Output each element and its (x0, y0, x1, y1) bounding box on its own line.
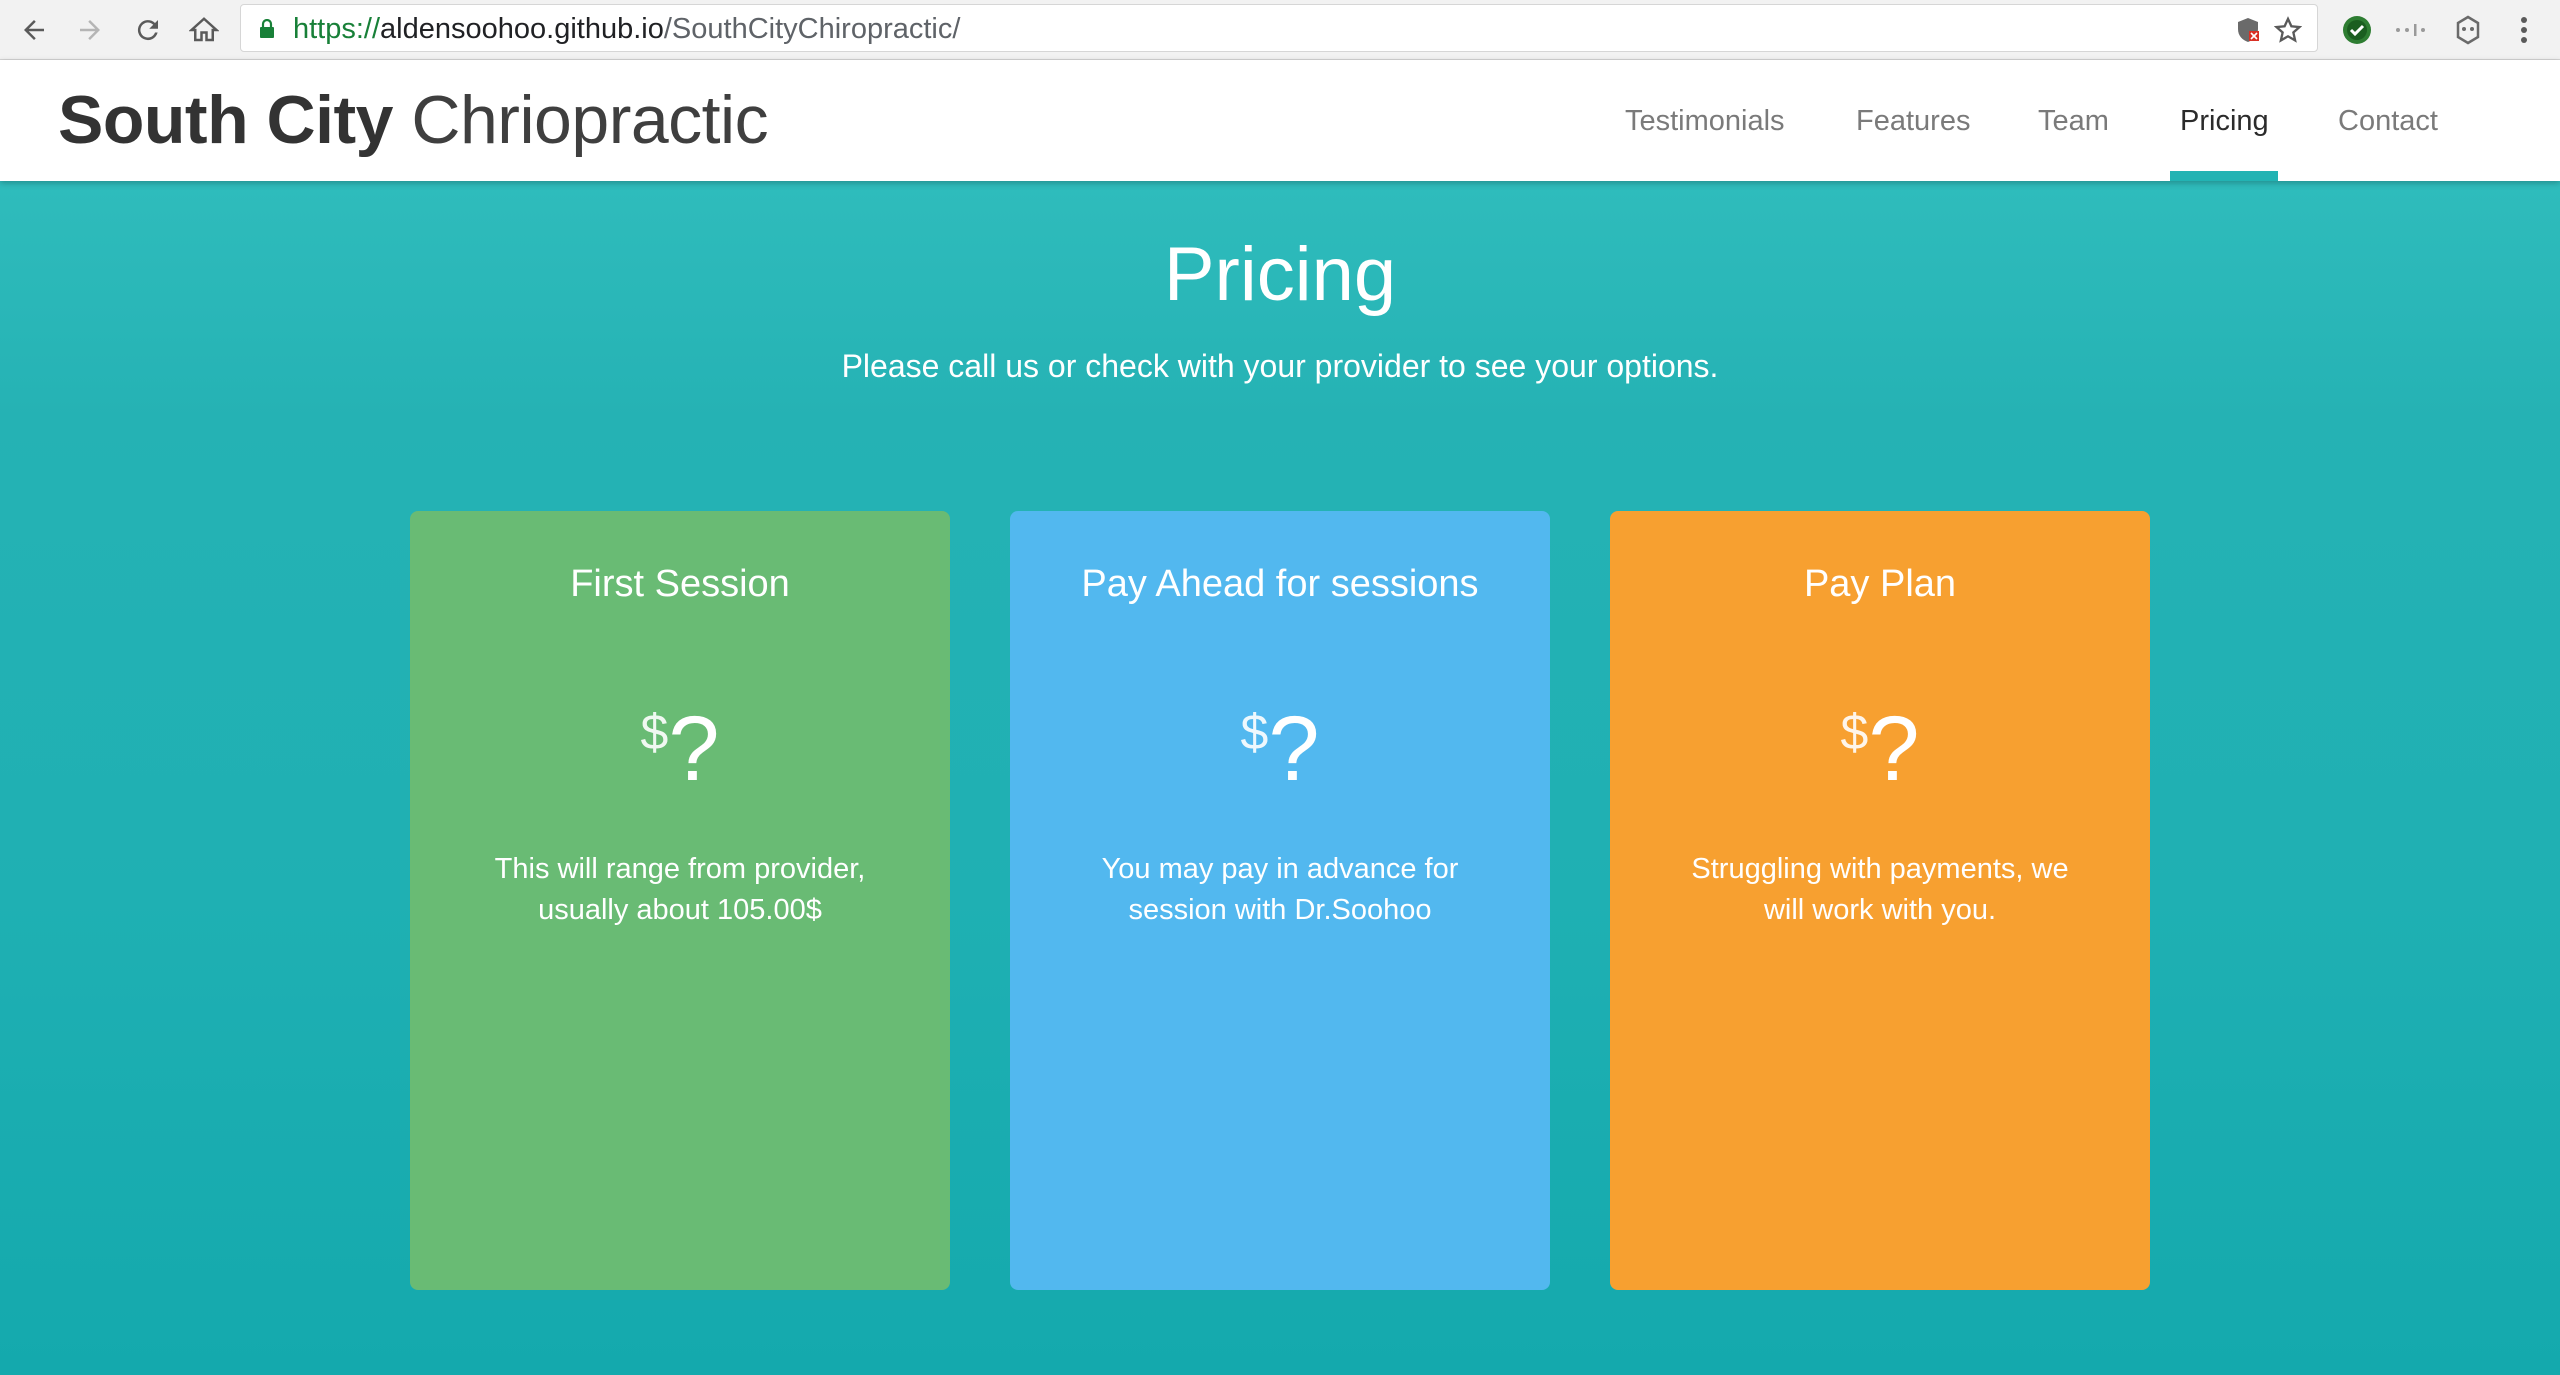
card-description: This will range from provider, usually a… (494, 853, 866, 926)
pricing-section: Pricing Please call us or check with you… (0, 181, 2560, 1375)
brand-logo[interactable]: South City Chriopractic (58, 82, 769, 158)
back-arrow-icon[interactable] (12, 8, 56, 52)
site-header: South City Chriopractic Testimonials Fea… (0, 60, 2560, 181)
lock-icon (259, 18, 275, 39)
card-currency: $ (1840, 704, 1869, 760)
card-price: $? (410, 699, 950, 799)
shield-icon[interactable] (2231, 13, 2265, 47)
brand-name-bold: South City (58, 82, 393, 158)
pricing-subtitle: Please call us or check with your provid… (841, 348, 1719, 384)
card-description: You may pay in advance for session with … (1101, 853, 1459, 926)
card-price: $? (1610, 699, 2150, 799)
card-title: First Session (570, 563, 790, 605)
reload-icon[interactable] (126, 8, 170, 52)
pricing-card-pay-ahead[interactable]: Pay Ahead for sessions $? You may pay in… (1010, 511, 1550, 1290)
extension-check-icon[interactable] (2335, 8, 2379, 52)
card-description: Struggling with payments, we will work w… (1691, 853, 2069, 926)
url-host: aldensoohoo.github.io (380, 13, 664, 45)
url-text: https://aldensoohoo.github.io/SouthCityC… (293, 14, 960, 44)
nav-pricing[interactable]: Pricing (2180, 105, 2269, 138)
card-currency: $ (1240, 704, 1269, 760)
brand-name-light: Chriopractic (411, 82, 769, 158)
extension-gear-icon[interactable] (2446, 8, 2490, 52)
pricing-card-pay-plan[interactable]: Pay Plan $? Struggling with payments, we… (1610, 511, 2150, 1290)
card-title: Pay Ahead for sessions (1081, 563, 1479, 605)
pricing-card-first-session[interactable]: First Session $? This will range from pr… (410, 511, 950, 1290)
card-currency: $ (640, 704, 669, 760)
browser-toolbar: https://aldensoohoo.github.io/SouthCityC… (0, 0, 2560, 60)
nav-contact[interactable]: Contact (2338, 105, 2438, 138)
star-icon[interactable] (2271, 13, 2305, 47)
extension-dots-icon[interactable] (2388, 8, 2432, 52)
url-scheme: https:// (293, 13, 381, 45)
menu-kebab-icon[interactable] (2502, 8, 2546, 52)
card-amount: ? (1868, 698, 1920, 800)
url-path: /SouthCityChiropractic/ (663, 13, 961, 45)
nav-features[interactable]: Features (1856, 105, 1970, 138)
card-price: $? (1010, 699, 1550, 799)
address-bar[interactable]: https://aldensoohoo.github.io/SouthCityC… (240, 4, 2318, 52)
card-amount: ? (668, 698, 720, 800)
card-title: Pay Plan (1803, 563, 1957, 605)
nav-testimonials[interactable]: Testimonials (1625, 105, 1785, 138)
home-icon[interactable] (182, 8, 226, 52)
active-nav-indicator (2170, 171, 2278, 181)
forward-arrow-icon[interactable] (68, 8, 112, 52)
pricing-title: Pricing (1163, 232, 1397, 317)
nav-team[interactable]: Team (2038, 105, 2109, 138)
card-amount: ? (1268, 698, 1320, 800)
